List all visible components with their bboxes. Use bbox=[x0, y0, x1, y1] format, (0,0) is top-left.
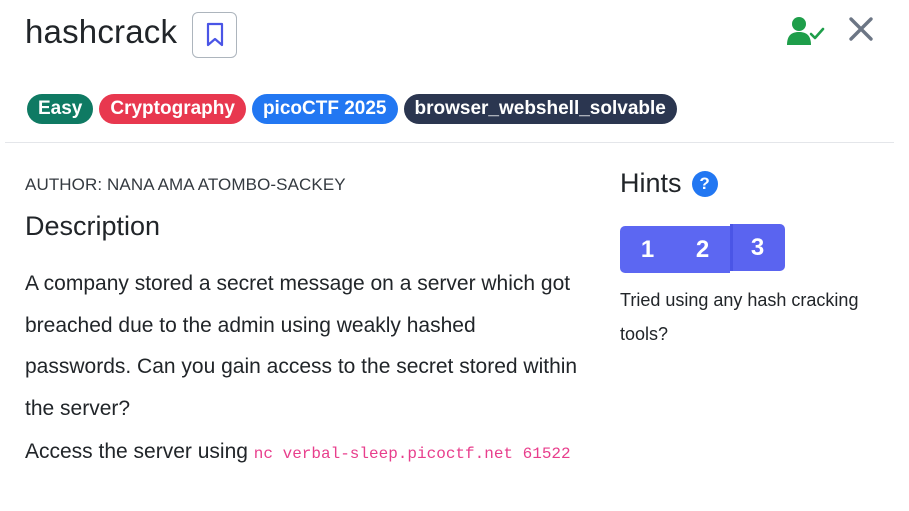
bookmark-button[interactable] bbox=[192, 12, 237, 58]
user-check-icon[interactable] bbox=[787, 15, 825, 47]
description-heading: Description bbox=[25, 211, 161, 241]
access-prefix: Access the server using bbox=[25, 440, 248, 463]
tag-list: Easy Cryptography picoCTF 2025 browser_w… bbox=[27, 94, 677, 124]
tag-webshell[interactable]: browser_webshell_solvable bbox=[403, 94, 677, 124]
help-icon[interactable]: ? bbox=[691, 170, 718, 197]
header-divider bbox=[5, 142, 894, 143]
hint-button-3[interactable]: 3 bbox=[730, 224, 785, 271]
hint-button-group: 1 2 3 bbox=[620, 224, 785, 273]
description-body: A company stored a secret message on a s… bbox=[25, 272, 578, 420]
hint-button-2[interactable]: 2 bbox=[675, 226, 730, 273]
tag-difficulty[interactable]: Easy bbox=[27, 94, 94, 124]
access-instructions: Access the server using nc verbal-sleep.… bbox=[25, 430, 585, 476]
challenge-header: hashcrack Easy Cryptography picoCTF 2025… bbox=[0, 0, 909, 143]
access-command: nc verbal-sleep.picoctf.net 61522 bbox=[253, 445, 571, 463]
close-icon[interactable] bbox=[848, 16, 874, 42]
challenge-title: hashcrack bbox=[25, 13, 178, 50]
tag-category[interactable]: Cryptography bbox=[99, 94, 246, 124]
hints-title: Hints bbox=[620, 168, 682, 198]
bookmark-icon bbox=[206, 22, 223, 47]
hint-text: Tried using any hash cracking tools? bbox=[620, 290, 859, 344]
hints-heading: Hints ? bbox=[620, 168, 718, 199]
hint-button-1[interactable]: 1 bbox=[620, 226, 675, 273]
tag-event[interactable]: picoCTF 2025 bbox=[251, 94, 398, 124]
author-line: AUTHOR: NANA AMA ATOMBO-SACKEY bbox=[25, 175, 346, 194]
